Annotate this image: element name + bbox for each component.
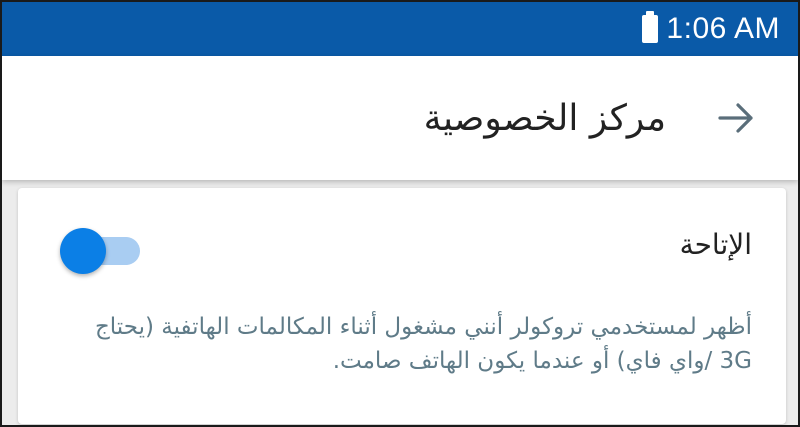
battery-icon [642,11,659,43]
toggle-thumb [60,228,106,274]
availability-description: أظهر لمستخدمي تروكولر أنني مشغول أثناء ا… [94,314,752,374]
availability-toggle[interactable] [60,228,140,274]
status-time: 1:06 AM [666,12,780,45]
page-title: مركز الخصوصية [423,97,666,139]
screen-frame: 1:06 AM مركز الخصوصية الإتاحة أظهر لمستخ… [0,0,800,427]
status-bar: 1:06 AM [2,2,798,56]
app-bar: مركز الخصوصية [2,56,798,180]
back-arrow-icon[interactable] [716,98,756,138]
availability-title: الإتاحة [679,228,752,261]
availability-card: الإتاحة أظهر لمستخدمي تروكولر أنني مشغول… [18,188,786,424]
